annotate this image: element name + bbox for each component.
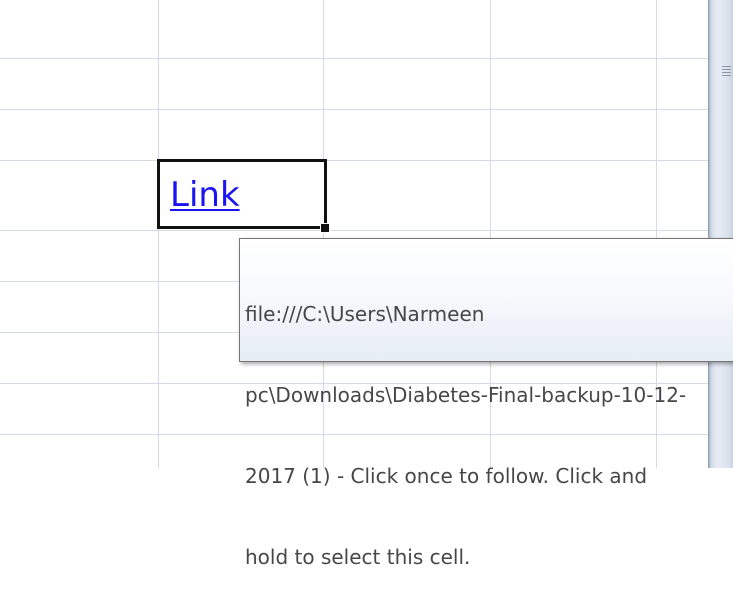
row-gridline <box>0 58 708 59</box>
selected-cell[interactable]: Link <box>157 159 327 229</box>
tooltip-line: 2017 (1) - Click once to follow. Click a… <box>245 464 648 488</box>
fill-handle[interactable] <box>320 223 330 233</box>
hyperlink[interactable]: Link <box>170 175 240 215</box>
grip-lines-icon[interactable] <box>722 66 731 78</box>
row-gridline <box>0 160 708 161</box>
row-gridline <box>0 230 708 231</box>
tooltip-line: hold to select this cell. <box>245 545 471 569</box>
tooltip-line: pc\Downloads\Diabetes-Final-backup-10-12… <box>245 383 687 407</box>
column-gridline <box>158 0 159 468</box>
tooltip-line: file:///C:\Users\Narmeen <box>245 302 485 326</box>
hyperlink-tooltip: file:///C:\Users\Narmeen pc\Downloads\Di… <box>239 238 733 569</box>
row-gridline <box>0 109 708 110</box>
